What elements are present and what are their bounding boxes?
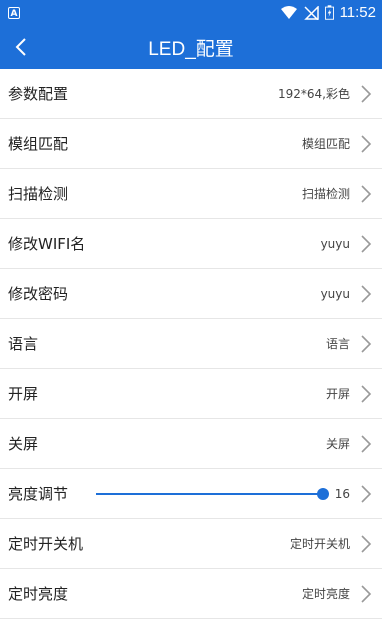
settings-row-label: 模组匹配 (8, 135, 69, 153)
settings-row-label: 修改WIFI名 (8, 235, 86, 253)
chevron-right-icon (361, 384, 372, 403)
settings-row-screen-off[interactable]: 关屏 关屏 (0, 419, 382, 469)
chevron-right-icon (361, 284, 372, 303)
battery-charging-icon (324, 5, 334, 20)
settings-row-parameter-config[interactable]: 参数配置 192*64,彩色 (0, 69, 382, 119)
chevron-right-icon (361, 334, 372, 353)
settings-row-password[interactable]: 修改密码 yuyu (0, 269, 382, 319)
clock: 11:52 (339, 4, 376, 21)
chevron-right-icon (361, 234, 372, 253)
settings-row-label: 亮度调节 (8, 485, 69, 503)
slider-thumb[interactable] (316, 487, 329, 500)
settings-row-value: 定时开关机 (289, 537, 350, 551)
chevron-right-icon (361, 184, 372, 203)
settings-row-label: 语言 (8, 335, 39, 353)
page-title: LED_配置 (148, 38, 234, 60)
settings-row-module-match[interactable]: 模组匹配 模组匹配 (0, 119, 382, 169)
settings-row-value: 定时亮度 (301, 587, 350, 601)
settings-row-label: 参数配置 (8, 85, 69, 103)
settings-row-label: 开屏 (8, 385, 39, 403)
brightness-slider[interactable] (96, 484, 329, 504)
chevron-right-icon (361, 84, 372, 103)
slider-fill (96, 492, 323, 495)
chevron-right-icon (361, 434, 372, 453)
no-signal-icon (303, 5, 319, 20)
status-bar: A 11:52 (0, 0, 382, 25)
settings-row-label: 定时开关机 (8, 535, 84, 553)
chevron-right-icon (361, 534, 372, 553)
settings-row-value: 192*64,彩色 (278, 87, 350, 101)
settings-list: 参数配置 192*64,彩色模组匹配 模组匹配扫描检测 扫描检测修改WIFI名 yuyu… (0, 69, 382, 619)
settings-row-screen-on[interactable]: 开屏 开屏 (0, 369, 382, 419)
settings-row-scan-detect[interactable]: 扫描检测 扫描检测 (0, 169, 382, 219)
settings-row-value: yuyu (320, 286, 350, 301)
settings-row-value: 扫描检测 (301, 187, 350, 201)
settings-row-value: 语言 (325, 337, 350, 351)
settings-row-value: 模组匹配 (301, 137, 350, 151)
app-notification-icon: A (8, 6, 20, 19)
settings-row-label: 扫描检测 (8, 185, 69, 203)
settings-row-value: 关屏 (325, 437, 350, 451)
settings-row-label: 关屏 (8, 435, 39, 453)
brightness-value: 16 (334, 486, 350, 501)
chevron-right-icon (361, 484, 372, 503)
settings-row-label: 定时亮度 (8, 585, 69, 603)
settings-row-timed-brightness[interactable]: 定时亮度 定时亮度 (0, 569, 382, 619)
settings-row-brightness[interactable]: 亮度调节 16 (0, 469, 382, 519)
chevron-left-icon (15, 38, 26, 56)
wifi-icon (280, 5, 297, 19)
settings-row-timed-power[interactable]: 定时开关机 定时开关机 (0, 519, 382, 569)
back-button[interactable] (6, 25, 36, 69)
chevron-right-icon (361, 134, 372, 153)
settings-row-label: 修改密码 (8, 285, 69, 303)
settings-row-value: yuyu (320, 236, 350, 251)
settings-row-wifi-name[interactable]: 修改WIFI名 yuyu (0, 219, 382, 269)
app-bar: LED_配置 (0, 25, 382, 69)
settings-row-value: 开屏 (325, 387, 350, 401)
settings-row-language[interactable]: 语言 语言 (0, 319, 382, 369)
